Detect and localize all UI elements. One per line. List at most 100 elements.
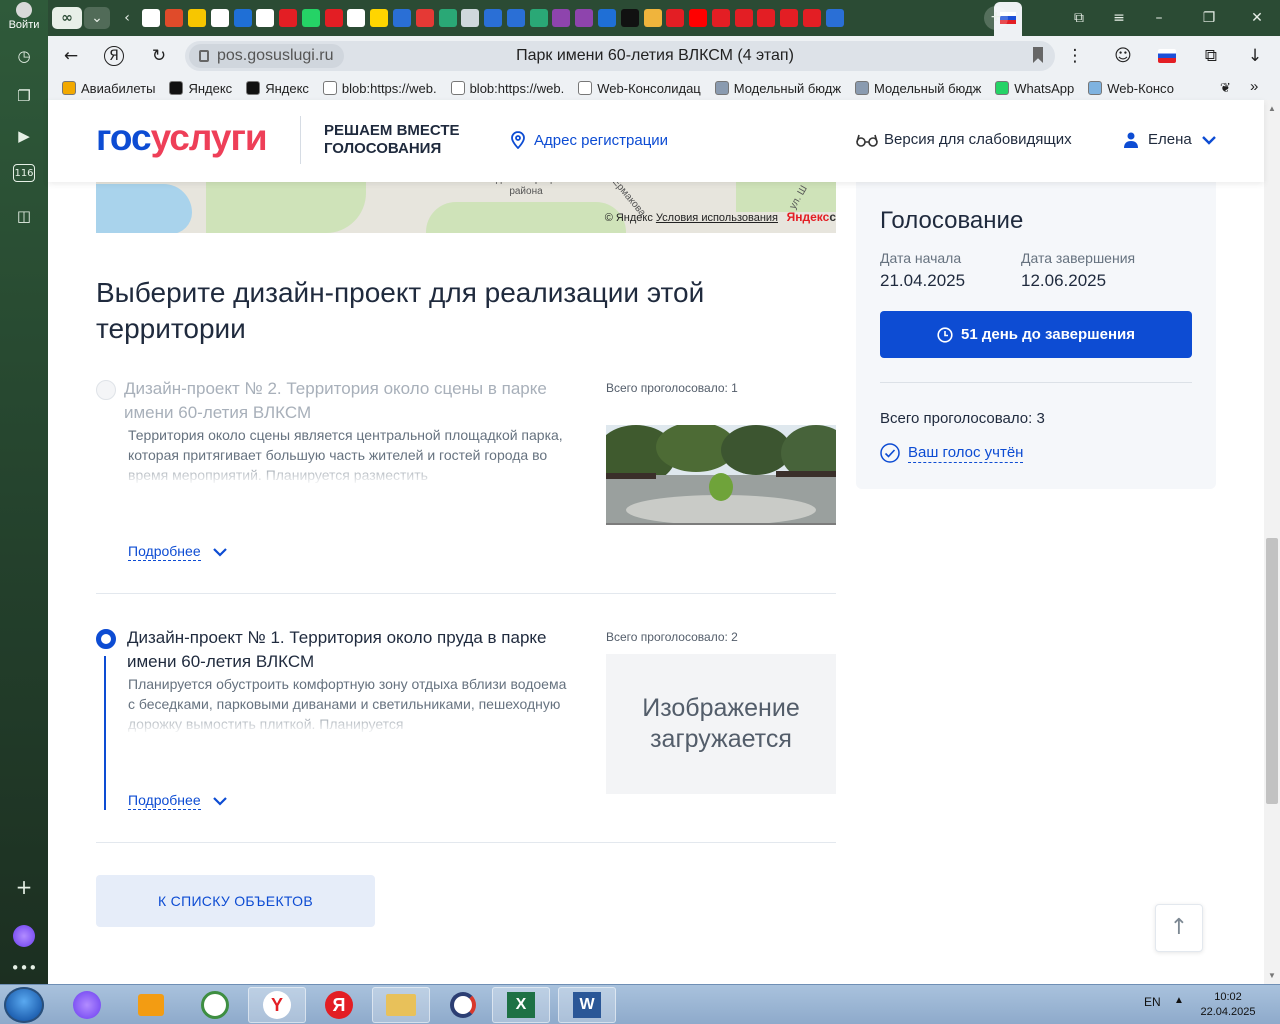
taskbar-yandex-browser-icon[interactable]: Y — [248, 987, 306, 1023]
bookmark-item[interactable]: Web-Консолидац — [578, 81, 701, 96]
bookmark-item[interactable]: Авиабилеты — [62, 81, 155, 96]
tab-favicon-icon[interactable] — [370, 9, 389, 27]
back-icon[interactable]: ← — [60, 45, 82, 67]
tab-favicon-icon[interactable] — [689, 9, 708, 27]
tab-favicon-icon[interactable] — [711, 9, 730, 27]
clock[interactable]: 10:02 22.04.2025 — [1196, 990, 1260, 1020]
scroll-tabs-left-icon[interactable]: ‹ — [116, 7, 138, 29]
tab-favicon-icon[interactable] — [279, 9, 298, 27]
bookmark-item[interactable]: blob:https://web. — [322, 81, 437, 96]
taskbar-ccleaner-icon[interactable] — [434, 987, 492, 1023]
video-icon[interactable]: ▶ — [12, 124, 36, 148]
tab-favicon-icon[interactable] — [301, 9, 320, 27]
domain-pill[interactable]: pos.gosuslugi.ru — [189, 44, 344, 68]
tab-favicon-icon[interactable] — [757, 9, 776, 27]
taskbar-explorer-icon[interactable] — [372, 987, 430, 1023]
bookmark-item[interactable]: Модельный бюдж — [714, 81, 841, 96]
yandex-icon[interactable]: Я — [104, 46, 124, 66]
project-image[interactable] — [606, 425, 836, 525]
disk-icon[interactable]: 116 — [13, 164, 35, 182]
tab-favicon-icon[interactable] — [438, 9, 457, 27]
more-link[interactable]: Подробнее — [128, 791, 227, 810]
tab-favicon-icon[interactable] — [392, 9, 411, 27]
language-indicator[interactable]: EN — [1144, 995, 1161, 1009]
tab-favicon-icon[interactable] — [643, 9, 662, 27]
menu-icon[interactable]: ⋮ — [1064, 45, 1086, 67]
more-bookmarks-icon[interactable]: » — [1250, 78, 1258, 95]
scrollbar[interactable]: ▲ ▼ — [1264, 100, 1280, 984]
tab-favicon-icon[interactable] — [347, 9, 366, 27]
back-to-list-button[interactable]: К СПИСКУ ОБЪЕКТОВ — [96, 875, 375, 927]
tab-favicon-icon[interactable] — [415, 9, 434, 27]
tab-favicon-icon[interactable] — [484, 9, 503, 27]
alice-icon[interactable] — [12, 924, 36, 948]
taskbar-yandex-icon[interactable]: Я — [310, 987, 368, 1023]
bookmark-item[interactable]: Яндекс — [169, 81, 232, 96]
bookmark-overflow-icon[interactable]: ❦ — [1220, 80, 1231, 96]
bookmark-item[interactable]: Яндекс — [246, 81, 309, 96]
more-icon[interactable]: ••• — [11, 956, 38, 980]
tab-favicon-icon[interactable] — [803, 9, 822, 27]
vote-status-link[interactable]: Ваш голос учтён — [880, 443, 1024, 463]
taskbar-excel-icon[interactable]: X — [492, 987, 550, 1023]
scroll-to-top-button[interactable]: ↑ — [1155, 904, 1203, 952]
tab-favicon-icon[interactable] — [210, 9, 229, 27]
tab-favicon-icon[interactable] — [598, 9, 617, 27]
extension-icon[interactable]: ☺ — [1112, 45, 1134, 67]
user-menu[interactable]: Елена — [1124, 131, 1216, 148]
tab-favicon-icon[interactable] — [256, 9, 275, 27]
taskbar-word-icon[interactable]: W — [558, 987, 616, 1023]
map-terms-link[interactable]: Условия использования — [656, 212, 778, 224]
address-link[interactable]: Адрес регистрации — [510, 131, 668, 149]
history-icon[interactable]: ◷ — [12, 44, 36, 68]
bookmark-item[interactable]: Модельный бюдж — [855, 81, 981, 96]
tab-favicon-icon[interactable] — [142, 9, 161, 27]
reload-icon[interactable]: ↻ — [148, 45, 170, 67]
tab-groups-icon[interactable]: ∞ — [52, 7, 82, 29]
new-tab-icon[interactable]: + — [984, 6, 1008, 30]
bookmark-item[interactable]: WhatsApp — [995, 81, 1074, 96]
add-panel-icon[interactable]: + — [12, 875, 36, 899]
tab-favicon-icon[interactable] — [620, 9, 639, 27]
scroll-up-icon[interactable]: ▲ — [1268, 104, 1276, 113]
collections-icon[interactable]: ❐ — [12, 84, 36, 108]
tab-favicon-icon[interactable] — [461, 9, 480, 27]
low-vision-link[interactable]: Версия для слабовидящих — [856, 131, 1072, 148]
restore-icon[interactable]: ❐ — [1198, 7, 1220, 29]
start-button[interactable] — [4, 987, 44, 1023]
project-radio-selected[interactable] — [96, 629, 116, 649]
tab-favicon-icon[interactable] — [165, 9, 184, 27]
tab-collection-icon[interactable]: ⧉ — [1068, 7, 1090, 29]
tab-favicon-icon[interactable] — [506, 9, 525, 27]
translate-icon[interactable]: ⧉ — [1200, 45, 1222, 67]
minimize-icon[interactable]: – — [1148, 7, 1170, 29]
tab-favicon-icon[interactable] — [324, 9, 343, 27]
login-button[interactable]: Войти — [4, 2, 44, 34]
tab-favicon-icon[interactable] — [666, 9, 685, 27]
taskbar-alice-icon[interactable] — [58, 987, 116, 1023]
tab-favicon-icon[interactable] — [233, 9, 252, 27]
bookmark-item[interactable]: blob:https://web. — [450, 81, 564, 96]
gosuslugi-logo[interactable]: госуслуги — [96, 118, 268, 158]
close-icon[interactable]: ✕ — [1246, 7, 1268, 29]
tab-favicon-icon[interactable] — [529, 9, 548, 27]
tabs-menu-chevron-icon[interactable]: ⌄ — [84, 7, 110, 29]
downloads-icon[interactable]: ↓ — [1244, 45, 1266, 67]
tab-favicon-icon[interactable] — [575, 9, 594, 27]
tab-favicon-icon[interactable] — [552, 9, 571, 27]
notifications-icon[interactable]: ≡ — [1108, 7, 1130, 29]
tab-favicon-icon[interactable] — [825, 9, 844, 27]
tab-favicon-icon[interactable] — [780, 9, 799, 27]
scrollbar-thumb[interactable] — [1266, 538, 1278, 804]
taskbar-app-icon[interactable] — [186, 987, 244, 1023]
map[interactable]: Администрация района Ермакова ул. Ш © Ян… — [96, 182, 836, 233]
url-box[interactable]: pos.gosuslugi.ru Парк имени 60-летия ВЛК… — [185, 41, 1055, 71]
more-link[interactable]: Подробнее — [128, 542, 227, 561]
flag-extension-icon[interactable] — [1156, 45, 1178, 67]
tray-expand-icon[interactable]: ▲ — [1174, 995, 1184, 1006]
bookmark-icon[interactable] — [1033, 47, 1043, 63]
project-radio[interactable] — [96, 380, 116, 400]
tab-favicon-icon[interactable] — [734, 9, 753, 27]
tab-favicon-icon[interactable] — [187, 9, 206, 27]
scroll-down-icon[interactable]: ▼ — [1268, 971, 1276, 980]
